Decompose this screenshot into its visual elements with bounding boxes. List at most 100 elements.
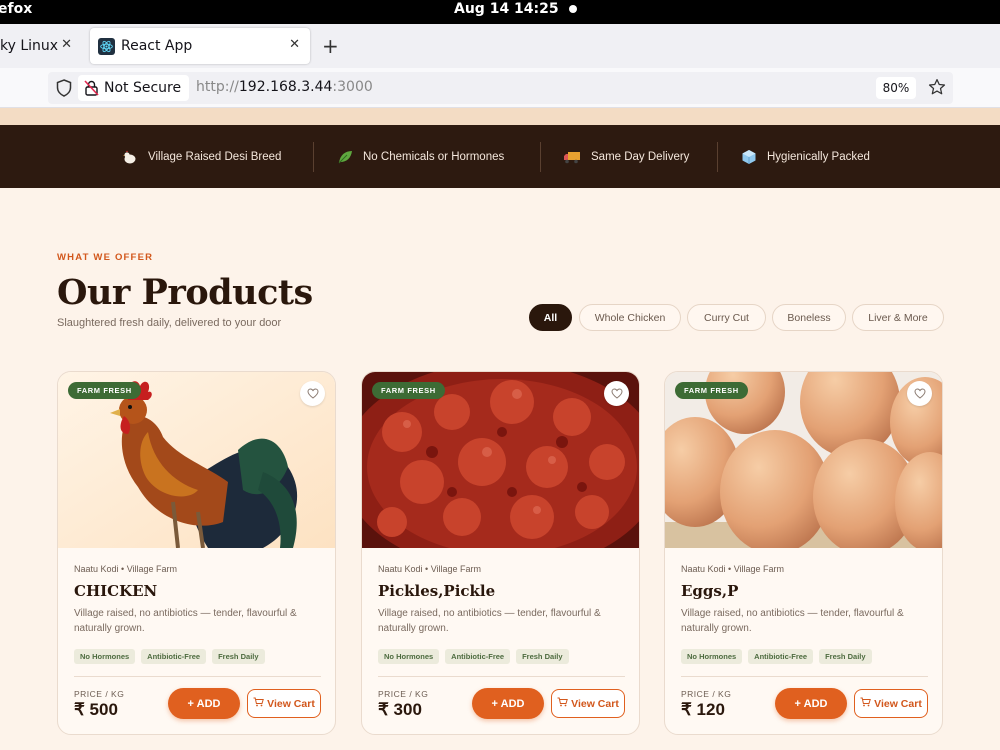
price-label: PRICE / KG	[681, 689, 732, 699]
card-divider	[378, 676, 625, 677]
filter-chip-all[interactable]: All	[529, 304, 572, 331]
wishlist-heart-icon[interactable]	[300, 381, 325, 406]
cart-icon	[253, 697, 265, 710]
view-cart-label: View Cart	[571, 697, 619, 710]
product-tag: Fresh Daily	[516, 649, 569, 664]
breed-label: Naatu Kodi	[74, 564, 119, 574]
product-price: ₹ 300	[378, 700, 422, 719]
view-cart-label: View Cart	[874, 697, 922, 710]
url-host: 192.168.3.44	[238, 79, 333, 95]
product-description: Village raised, no antibiotics — tender,…	[74, 608, 297, 634]
product-description: Village raised, no antibiotics — tender,…	[681, 608, 904, 634]
header-bottom-strip	[0, 108, 1000, 125]
farm-fresh-badge: FARM FRESH	[68, 382, 141, 399]
url-protocol: http://	[196, 79, 239, 95]
security-label: Not Secure	[104, 80, 182, 96]
product-tag: Fresh Daily	[212, 649, 265, 664]
product-tag: No Hormones	[681, 649, 743, 664]
farm-fresh-badge: FARM FRESH	[372, 382, 445, 399]
cart-icon	[860, 697, 872, 710]
react-favicon-icon	[98, 37, 115, 55]
active-app-name: efox	[0, 1, 33, 17]
wishlist-heart-icon[interactable]	[604, 381, 629, 406]
close-tab-icon[interactable]: ✕	[61, 37, 72, 52]
product-price: ₹ 500	[74, 700, 118, 719]
product-tag: Antibiotic-Free	[748, 649, 814, 664]
security-indicator[interactable]: Not Secure	[78, 75, 190, 101]
system-clock[interactable]: Aug 14 14:25	[454, 0, 559, 18]
product-price: ₹ 120	[681, 700, 725, 719]
add-to-cart-button[interactable]: + ADD	[472, 688, 544, 719]
product-tags: No Hormones Antibiotic-Free Fresh Daily	[378, 649, 569, 664]
filter-chip-liver-more[interactable]: Liver & More	[852, 304, 944, 331]
truck-icon	[563, 149, 581, 165]
product-tag: No Hormones	[74, 649, 136, 664]
product-tag: Antibiotic-Free	[445, 649, 511, 664]
trust-label: Same Day Delivery	[591, 150, 690, 163]
trust-divider	[717, 142, 718, 172]
notification-dot	[569, 5, 577, 13]
product-card[interactable]: FARM FRESH Naatu Kodi • Village Farm Egg…	[664, 371, 943, 735]
product-card[interactable]: FARM FRESH Naatu Kodi • Village Farm Pic…	[361, 371, 640, 735]
farm-label: Village Farm	[126, 564, 178, 574]
url-bar[interactable]: Not Secure http://192.168.3.44:3000 80%	[48, 72, 953, 104]
product-meta: Naatu Kodi • Village Farm	[681, 564, 785, 574]
product-card[interactable]: FARM FRESH Naatu Kodi • Village Farm CHI…	[57, 371, 336, 735]
product-name: Eggs,P	[681, 582, 739, 600]
wishlist-heart-icon[interactable]	[907, 381, 932, 406]
product-tag: No Hormones	[378, 649, 440, 664]
trust-bar: Village Raised Desi Breed No Chemicals o…	[0, 125, 1000, 188]
farm-label: Village Farm	[733, 564, 785, 574]
cart-icon	[557, 697, 569, 710]
products-section: WHAT WE OFFER Our Products Slaughtered f…	[0, 188, 1000, 750]
tab-label: React App	[121, 38, 193, 54]
insecure-lock-icon	[84, 80, 99, 96]
bookmark-star-icon[interactable]	[928, 78, 946, 100]
product-tags: No Hormones Antibiotic-Free Fresh Daily	[74, 649, 265, 664]
product-description: Village raised, no antibiotics — tender,…	[378, 608, 601, 634]
card-divider	[681, 676, 928, 677]
filter-chip-whole-chicken[interactable]: Whole Chicken	[579, 304, 681, 331]
trust-label: Village Raised Desi Breed	[148, 150, 282, 163]
add-to-cart-button[interactable]: + ADD	[168, 688, 240, 719]
trust-divider	[313, 142, 314, 172]
product-name: CHICKEN	[74, 582, 158, 600]
trust-item: Hygienically Packed	[741, 125, 870, 188]
product-meta: Naatu Kodi • Village Farm	[74, 564, 178, 574]
view-cart-button[interactable]: View Cart	[551, 689, 625, 718]
section-subtitle: Slaughtered fresh daily, delivered to yo…	[57, 317, 282, 329]
browser-nav-bar: Not Secure http://192.168.3.44:3000 80%	[0, 68, 1000, 108]
tab-label: ky Linux	[0, 38, 59, 54]
url-text[interactable]: http://192.168.3.44:3000	[196, 79, 373, 95]
view-cart-button[interactable]: View Cart	[854, 689, 928, 718]
section-kicker: WHAT WE OFFER	[57, 252, 154, 263]
leaf-icon	[337, 149, 353, 165]
browser-tab-inactive[interactable]: ky Linux ✕	[0, 28, 82, 64]
product-tags: No Hormones Antibiotic-Free Fresh Daily	[681, 649, 872, 664]
ice-cube-icon	[741, 149, 757, 165]
new-tab-icon[interactable]: +	[322, 34, 339, 58]
view-cart-label: View Cart	[267, 697, 315, 710]
zoom-level-badge[interactable]: 80%	[876, 77, 916, 99]
price-label: PRICE / KG	[74, 689, 125, 699]
trust-label: Hygienically Packed	[767, 150, 870, 163]
browser-tab-active[interactable]: React App ✕	[90, 28, 310, 64]
browser-tab-strip: ky Linux ✕ React App ✕ +	[0, 24, 1000, 68]
farm-label: Village Farm	[430, 564, 482, 574]
product-name: Pickles,Pickle	[378, 582, 496, 600]
close-tab-icon[interactable]: ✕	[289, 37, 300, 52]
breed-label: Naatu Kodi	[378, 564, 423, 574]
system-top-bar: efox Aug 14 14:25	[0, 0, 1000, 24]
filter-chip-boneless[interactable]: Boneless	[772, 304, 846, 331]
product-meta: Naatu Kodi • Village Farm	[378, 564, 482, 574]
shield-icon[interactable]	[56, 79, 72, 101]
price-label: PRICE / KG	[378, 689, 429, 699]
view-cart-button[interactable]: View Cart	[247, 689, 321, 718]
chicken-icon	[122, 149, 138, 165]
filter-chip-curry-cut[interactable]: Curry Cut	[687, 304, 766, 331]
add-to-cart-button[interactable]: + ADD	[775, 688, 847, 719]
trust-item: Village Raised Desi Breed	[122, 125, 281, 188]
trust-label: No Chemicals or Hormones	[363, 150, 505, 163]
product-tag: Antibiotic-Free	[141, 649, 207, 664]
farm-fresh-badge: FARM FRESH	[675, 382, 748, 399]
